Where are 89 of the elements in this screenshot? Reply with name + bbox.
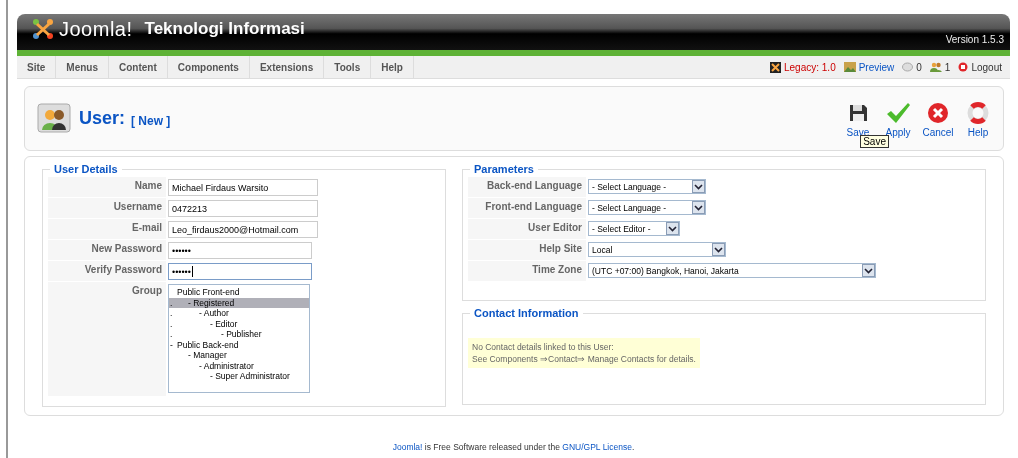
select-field[interactable]: Local xyxy=(588,242,726,257)
license-link[interactable]: GNU/GPL License xyxy=(562,442,632,452)
group-option[interactable]: . - Registered xyxy=(169,297,309,308)
field-label: Time Zone xyxy=(468,261,586,281)
group-option[interactable]: - Super Administrator xyxy=(169,371,309,382)
checkmark-icon xyxy=(885,101,911,124)
footer-period: . xyxy=(631,442,635,452)
select-field[interactable]: - Select Language - xyxy=(588,179,706,194)
input-field[interactable]: •••••• xyxy=(168,242,312,259)
select-value: - Select Language - xyxy=(592,181,667,192)
group-name: - Author xyxy=(199,308,229,319)
select-field[interactable]: (UTC +07:00) Bangkok, Hanoi, Jakarta xyxy=(588,263,876,278)
tooltip: Save xyxy=(860,135,889,148)
group-option[interactable]: . - Publisher xyxy=(169,329,309,340)
group-name: Public Back-end xyxy=(177,339,239,350)
group-name: - Administrator xyxy=(199,360,254,371)
select-value: - Select Editor - xyxy=(592,223,651,234)
select-value: - Select Language - xyxy=(592,202,667,213)
select-value: Local xyxy=(592,244,613,255)
notice-text: See Components ⇒Contact⇒ Manage Contacts for details. xyxy=(472,353,696,365)
field-label: Back-end Language xyxy=(468,177,586,197)
section-title: Contact Information xyxy=(473,307,580,319)
logout-icon xyxy=(958,62,969,72)
field-label: E-mail xyxy=(48,219,166,239)
menu-item[interactable]: Content xyxy=(109,56,168,78)
field-label: Name xyxy=(48,177,166,197)
cancel-icon xyxy=(927,101,949,124)
notice-text: No Contact details linked to this User: xyxy=(472,341,615,353)
group-listbox[interactable]: Public Front-end . - Registered . - Author . - Editor . - Publisher - Public Back-end - Manager - Administrator - Super Administrator xyxy=(168,284,310,393)
life-ring-icon xyxy=(967,101,989,124)
logo-text: Joomla! xyxy=(59,17,133,41)
field-label: Group xyxy=(48,282,166,396)
group-option[interactable]: . - Author xyxy=(169,308,309,319)
menu-item[interactable]: Extensions xyxy=(249,56,325,78)
field-label: Front-end Language xyxy=(468,198,586,218)
tree-lead: . xyxy=(170,297,173,308)
tree-lead: . xyxy=(170,329,173,340)
users-icon xyxy=(929,62,942,72)
version-text: Version 1.5.3 xyxy=(945,33,1004,45)
field-label: User Editor xyxy=(468,219,586,239)
group-name: - Editor xyxy=(210,318,238,329)
group-option[interactable]: - Administrator xyxy=(169,360,309,371)
group-option[interactable]: Public Front-end xyxy=(169,287,309,298)
users-icon xyxy=(37,102,71,135)
menu-item[interactable]: Site xyxy=(17,56,57,78)
select-field[interactable]: - Select Editor - xyxy=(588,221,680,236)
select-value: (UTC +07:00) Bangkok, Hanoi, Jakarta xyxy=(592,265,739,276)
message-icon xyxy=(902,62,914,72)
menu-item[interactable]: Menus xyxy=(56,56,109,78)
section-title: User Details xyxy=(53,163,119,175)
group-option[interactable]: - Public Back-end xyxy=(169,339,309,350)
cancel-button[interactable]: Cancel xyxy=(919,97,957,140)
preview-link[interactable]: Preview xyxy=(843,61,895,73)
tree-lead: . xyxy=(170,318,173,329)
tree-lead: - xyxy=(170,339,173,350)
footer-text: is Free Software released under the xyxy=(424,442,560,452)
input-field[interactable]: Michael Firdaus Warsito xyxy=(168,179,318,196)
page-subtitle: [ New ] xyxy=(131,113,171,128)
tree-lead: . xyxy=(170,308,173,319)
group-name: - Registered xyxy=(188,297,235,308)
joomla-logo-icon xyxy=(770,61,781,73)
group-option[interactable]: . - Editor xyxy=(169,318,309,329)
section-title: Parameters xyxy=(473,163,535,175)
group-option[interactable]: - Manager xyxy=(169,350,309,361)
field-label: Help Site xyxy=(468,240,586,260)
input-field[interactable]: •••••• xyxy=(168,263,312,280)
logout-link[interactable]: Logout xyxy=(958,61,1002,73)
input-field[interactable]: Leo_firdaus2000@Hotmail.com xyxy=(168,221,318,238)
menu-item[interactable]: Help xyxy=(371,56,414,78)
field-label: New Password xyxy=(48,240,166,260)
joomla-link[interactable]: Joomla! xyxy=(392,442,423,452)
messages-count[interactable]: 0 xyxy=(902,61,922,73)
input-field[interactable]: 0472213 xyxy=(168,200,318,217)
page-title: User: xyxy=(79,108,126,129)
group-name: - Super Administrator xyxy=(210,371,290,382)
picture-icon xyxy=(843,62,856,72)
help-button[interactable]: Help xyxy=(959,97,997,140)
field-label: Verify Password xyxy=(48,261,166,281)
field-label: Username xyxy=(48,198,166,218)
site-name: Teknologi Informasi xyxy=(144,19,305,39)
menu-item[interactable]: Tools xyxy=(324,56,372,78)
joomla-logo-icon xyxy=(31,18,55,40)
legacy-link[interactable]: Legacy: 1.0 xyxy=(770,61,836,73)
group-name: Public Front-end xyxy=(177,287,240,298)
select-field[interactable]: - Select Language - xyxy=(588,200,706,215)
menu-item[interactable]: Components xyxy=(167,56,250,78)
group-name: - Publisher xyxy=(221,329,262,340)
group-name: - Manager xyxy=(188,350,227,361)
users-count[interactable]: 1 xyxy=(929,61,951,73)
